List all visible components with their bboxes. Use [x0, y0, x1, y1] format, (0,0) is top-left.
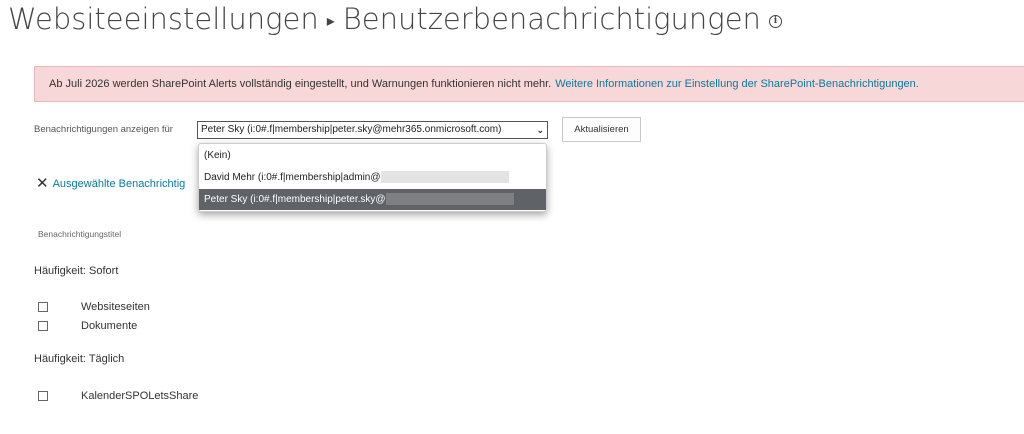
page-title: Benutzerbenachrichtigungen [342, 2, 761, 36]
refresh-button[interactable]: Aktualisieren [562, 117, 641, 142]
frequency-heading-daily: Häufigkeit: Täglich [34, 353, 125, 365]
alert-title[interactable]: KalenderSPOLetsShare [81, 389, 198, 403]
dropdown-option-none[interactable]: (Kein) [199, 145, 546, 166]
dropdown-option-peter[interactable]: Peter Sky (i:0#.f|membership|peter.sky@ [199, 189, 546, 210]
close-icon: ✕ [36, 175, 49, 192]
alert-title[interactable]: Dokumente [81, 319, 137, 333]
dropdown-option-david[interactable]: David Mehr (i:0#.f|membership|admin@ [199, 167, 546, 188]
filter-label: Benachrichtigungen anzeigen für [34, 124, 173, 135]
breadcrumb-parent-link[interactable]: Websiteeinstellungen [8, 2, 319, 36]
alert-checkbox[interactable] [38, 321, 48, 331]
alert-checkbox[interactable] [38, 302, 48, 312]
alert-checkbox[interactable] [38, 391, 48, 401]
user-select-value: Peter Sky (i:0#.f|membership|peter.sky@m… [201, 124, 502, 135]
redacted-area [385, 193, 514, 206]
user-dropdown-list: (Kein) David Mehr (i:0#.f|membership|adm… [198, 143, 547, 212]
alert-title[interactable]: Websiteseiten [81, 300, 150, 314]
chevron-down-icon: ⌄ [536, 125, 544, 135]
redacted-area [380, 171, 509, 184]
dropdown-option-label: (Kein) [204, 150, 231, 161]
page: Websiteeinstellungen ▸ Benutzerbenachricht… [0, 0, 1024, 434]
delete-selected-label: Ausgewählte Benachrichtig [52, 178, 186, 190]
breadcrumb-separator-icon: ▸ [326, 11, 335, 30]
column-header-title: Benachrichtigungstitel [38, 229, 122, 239]
dropdown-option-label: Peter Sky (i:0#.f|membership|peter.sky@ [204, 194, 386, 205]
frequency-heading-immediate: Häufigkeit: Sofort [34, 265, 119, 277]
delete-selected-link[interactable]: ✕ Ausgewählte Benachrichtig [36, 174, 185, 192]
banner-text: Ab Juli 2026 werden SharePoint Alerts vo… [49, 78, 552, 90]
info-icon[interactable]: i [768, 14, 782, 28]
user-select[interactable]: Peter Sky (i:0#.f|membership|peter.sky@m… [197, 121, 548, 139]
banner-link[interactable]: Weitere Informationen zur Einstellung de… [555, 78, 919, 90]
dropdown-option-label: David Mehr (i:0#.f|membership|admin@ [204, 172, 381, 183]
deprecation-banner: Ab Juli 2026 werden SharePoint Alerts vo… [34, 66, 1024, 102]
breadcrumb: Websiteeinstellungen ▸ Benutzerbenachricht… [8, 0, 782, 40]
